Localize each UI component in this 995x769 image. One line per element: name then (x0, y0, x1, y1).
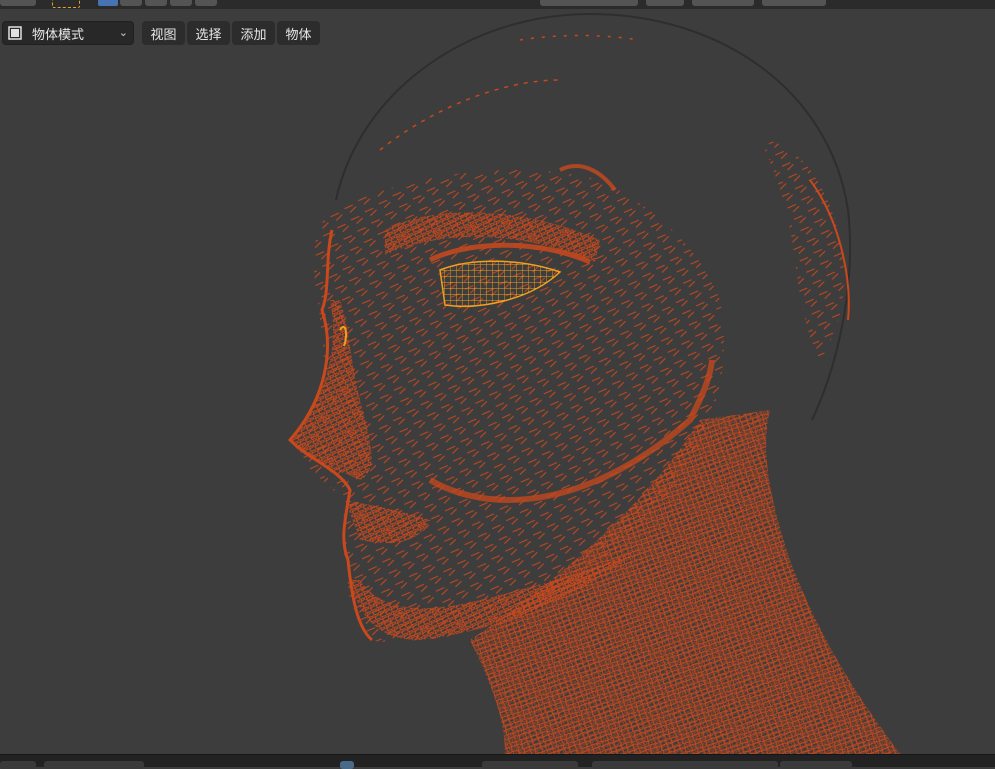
interaction-mode-label: 物体模式 (32, 27, 85, 43)
timeline-button[interactable] (0, 761, 36, 769)
wireframe-head-model (287, 12, 900, 754)
bottom-toolbar-strip (0, 754, 995, 769)
select-mode-new-icon[interactable] (98, 0, 118, 6)
snapping-toggle[interactable] (692, 0, 754, 6)
proportional-editing-toggle[interactable] (762, 0, 826, 6)
object-mode-icon (7, 25, 23, 41)
top-tool-button[interactable] (0, 0, 36, 6)
frame-range-field[interactable] (592, 761, 778, 769)
select-mode-subtract-icon[interactable] (145, 0, 167, 6)
playback-controls[interactable] (780, 761, 852, 769)
playback-dropdown[interactable] (482, 761, 578, 769)
select-mode-invert-icon[interactable] (170, 0, 192, 6)
menu-select[interactable]: 选择 (187, 21, 230, 45)
select-box-icon[interactable] (52, 0, 80, 8)
viewport-header: 物体模式 ⌄ 视图 选择 添加 物体 (0, 21, 995, 47)
interaction-mode-dropdown[interactable]: 物体模式 ⌄ (2, 21, 134, 45)
menu-add[interactable]: 添加 (232, 21, 275, 45)
timeline-dropdown[interactable] (44, 761, 144, 769)
pivot-point-dropdown[interactable] (646, 0, 684, 6)
3d-viewport[interactable]: 物体模式 ⌄ 视图 选择 添加 物体 (0, 9, 995, 754)
menu-view[interactable]: 视图 (142, 21, 185, 45)
select-mode-extend-icon[interactable] (120, 0, 142, 6)
keyframe-toggle[interactable] (340, 761, 354, 769)
select-mode-intersect-icon[interactable] (195, 0, 217, 6)
menu-object[interactable]: 物体 (277, 21, 320, 45)
chevron-down-icon: ⌄ (118, 26, 128, 39)
transform-orientation-dropdown[interactable] (540, 0, 638, 6)
